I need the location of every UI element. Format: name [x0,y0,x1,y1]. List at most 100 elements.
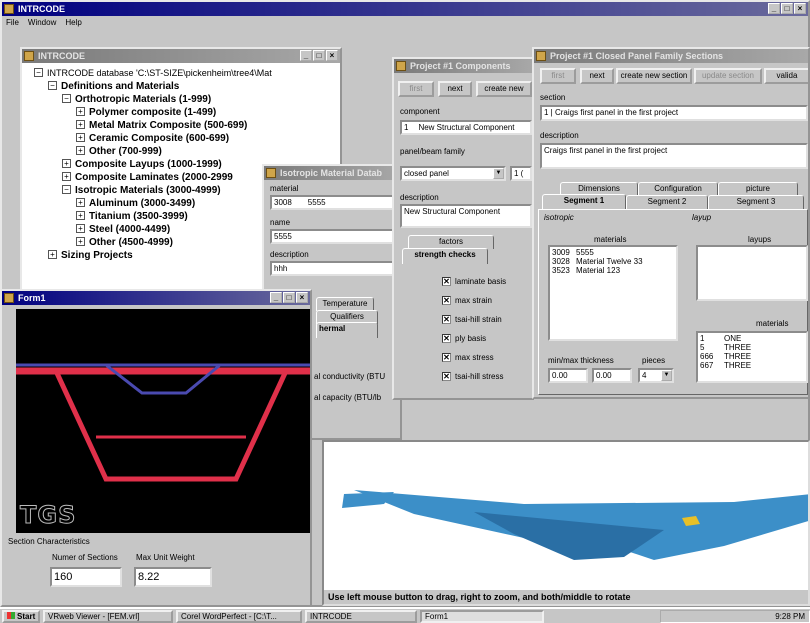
create-new-button[interactable]: create new [476,81,532,97]
tree-node[interactable]: + Aluminum (3000-3499) [34,197,272,210]
pieces-select[interactable]: 4 ▼ [638,368,674,383]
layup-materials-list[interactable]: 1 ONE 5 THREE 666 THREE 667 THREE [696,331,808,383]
expand-icon[interactable]: + [76,120,85,129]
tab-configuration[interactable]: Configuration [638,182,718,196]
tree-node[interactable]: − Isotropic Materials (3000-4999) [34,184,272,197]
tree-node[interactable]: + Other (700-999) [34,145,272,158]
component-description-field[interactable]: New Structural Component [400,204,532,228]
components-title-bar[interactable]: Project #1 Components [394,59,532,73]
description-field[interactable]: hhh [270,261,400,276]
checkbox-icon[interactable]: ✕ [442,353,451,362]
create-section-button[interactable]: create new section [616,68,692,84]
isotropic-title-bar[interactable]: Isotropic Material Datab [264,166,400,180]
first-button[interactable]: first [398,81,434,97]
expand-icon[interactable]: + [76,146,85,155]
check-ply-basis[interactable]: ✕ ply basis [442,334,486,343]
chevron-down-icon[interactable]: ▼ [493,168,504,179]
task-form1[interactable]: Form1 [420,609,544,623]
list-item[interactable]: 666 THREE [700,352,804,361]
tree-node[interactable]: + Polymer composite (1-499) [34,106,272,119]
tree-node[interactable]: − Definitions and Materials [34,80,272,93]
sections-title-bar[interactable]: Project #1 Closed Panel Family Sections [534,49,808,63]
list-item[interactable]: 3009 5555 [552,248,674,257]
update-section-button[interactable]: update section [694,68,762,84]
tab-picture[interactable]: picture [718,182,798,196]
close-icon[interactable]: × [794,3,806,14]
check-max-strain[interactable]: ✕ max strain [442,296,492,305]
layups-list[interactable] [696,245,808,301]
restore-icon[interactable]: □ [313,50,325,61]
expand-icon[interactable]: + [76,211,85,220]
checkbox-icon[interactable]: ✕ [442,372,451,381]
checkbox-icon[interactable]: ✕ [442,315,451,324]
tab-thermal[interactable]: hermal [316,322,378,338]
minimize-icon[interactable]: _ [768,3,780,14]
expand-icon[interactable]: + [76,133,85,142]
close-icon[interactable]: × [326,50,338,61]
start-button[interactable]: Start [2,609,40,623]
tab-segment-1[interactable]: Segment 1 [542,194,626,210]
tree-node[interactable]: − Orthotropic Materials (1-999) [34,93,272,106]
tab-segment-3[interactable]: Segment 3 [708,195,804,209]
check-laminate-basis[interactable]: ✕ laminate basis [442,277,506,286]
list-item[interactable]: 667 THREE [700,361,804,370]
checkbox-icon[interactable]: ✕ [442,296,451,305]
max-thickness-field[interactable]: 0.00 [592,368,632,383]
check-tsai-hill-stress[interactable]: ✕ tsai-hill stress [442,372,503,381]
restore-icon[interactable]: □ [283,292,295,303]
collapse-icon[interactable]: − [62,94,71,103]
expand-icon[interactable]: + [76,224,85,233]
min-thickness-field[interactable]: 0.00 [548,368,588,383]
collapse-icon[interactable]: − [62,185,71,194]
component-field[interactable]: 1 New Structural Component [400,120,532,135]
task-wordperfect[interactable]: Corel WordPerfect - [C:\T... [176,609,302,623]
tab-segment-2[interactable]: Segment 2 [626,195,708,209]
checkbox-icon[interactable]: ✕ [442,334,451,343]
form1-title-bar[interactable]: Form1 _ □ × [2,291,310,305]
chevron-down-icon[interactable]: ▼ [661,370,672,381]
menu-help[interactable]: Help [65,16,81,29]
tree-node[interactable]: + Titanium (3500-3999) [34,210,272,223]
collapse-icon[interactable]: − [34,68,43,77]
expand-icon[interactable]: + [48,250,57,259]
tree-node[interactable]: + Steel (4000-4499) [34,223,272,236]
vrml-viewer[interactable]: Use left mouse button to drag, right to … [322,440,810,606]
expand-icon[interactable]: + [62,159,71,168]
tab-temperature[interactable]: Temperature [316,297,374,311]
close-icon[interactable]: × [296,292,308,303]
list-item[interactable]: 1 ONE [700,334,804,343]
expand-icon[interactable]: + [76,237,85,246]
material-field[interactable]: 3008 5555 [270,195,400,210]
list-item[interactable]: 5 THREE [700,343,804,352]
menu-file[interactable]: File [6,16,19,29]
database-title-bar[interactable]: INTRCODE _ □ × [22,49,340,63]
tree-node[interactable]: + Metal Matrix Composite (500-699) [34,119,272,132]
list-item[interactable]: 3028 Material Twelve 33 [552,257,674,266]
expand-icon[interactable]: + [76,198,85,207]
task-intrcode[interactable]: INTRCODE [305,609,417,623]
collapse-icon[interactable]: − [48,81,57,90]
section-field[interactable]: 1 | Craigs first panel in the first proj… [540,105,808,121]
expand-icon[interactable]: + [76,107,85,116]
next-button[interactable]: next [438,81,472,97]
minimize-icon[interactable]: _ [270,292,282,303]
first-section-button[interactable]: first [540,68,576,84]
tab-strength-checks[interactable]: strength checks [402,248,488,264]
section-description-field[interactable]: Craigs first panel in the first project [540,143,808,169]
isotropic-materials-list[interactable]: 3009 5555 3028 Material Twelve 33 3523 Mate… [548,245,678,341]
family-select[interactable]: closed panel ▼ [400,166,506,181]
max-weight-field[interactable]: 8.22 [134,567,212,587]
name-field[interactable]: 5555 [270,229,400,244]
checkbox-icon[interactable]: ✕ [442,277,451,286]
tree-node[interactable]: − INTRCODE database 'C:\ST-SIZE\pickenhei… [34,67,272,80]
check-max-stress[interactable]: ✕ max stress [442,353,494,362]
minimize-icon[interactable]: _ [300,50,312,61]
tab-factors[interactable]: factors [408,235,494,249]
validate-button[interactable]: valida [764,68,808,84]
tree-node[interactable]: + Ceramic Composite (600-699) [34,132,272,145]
expand-icon[interactable]: + [62,172,71,181]
tree-node[interactable]: + Composite Laminates (2000-2999 [34,171,272,184]
main-title-bar[interactable]: INTRCODE _ □ × [2,2,808,16]
list-item[interactable]: 3523 Material 123 [552,266,674,275]
family-extra-field[interactable]: 1 ( [510,166,532,181]
